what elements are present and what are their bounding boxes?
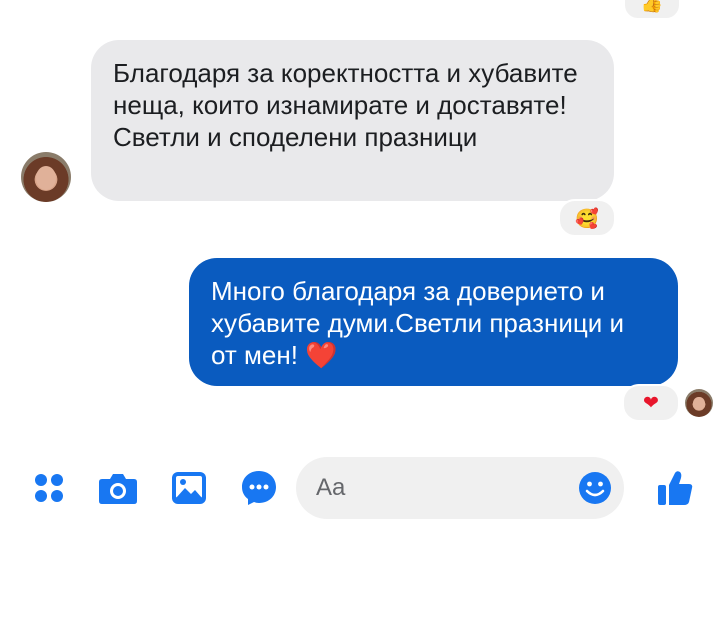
outgoing-message-text: Много благодаря за доверието и хубавите …	[211, 276, 625, 370]
emoji-icon[interactable]	[578, 471, 612, 505]
incoming-message-text: Благодаря за коректността и хубавите нещ…	[113, 58, 578, 152]
seen-avatar-face	[693, 396, 705, 411]
previous-message-reaction[interactable]: 👍	[623, 0, 681, 20]
message-input-container[interactable]	[296, 457, 624, 519]
incoming-message-reaction[interactable]: 🥰	[558, 199, 616, 237]
outgoing-message-reaction[interactable]: ❤	[622, 384, 680, 422]
apps-icon[interactable]	[27, 466, 71, 510]
avatar-face	[36, 166, 56, 190]
outgoing-message-bubble[interactable]: Много благодаря за доверието и хубавите …	[189, 258, 678, 386]
camera-icon[interactable]	[96, 466, 140, 510]
heart-reaction: ❤	[643, 392, 659, 414]
incoming-message-bubble[interactable]: Благодаря за коректността и хубавите нещ…	[91, 40, 614, 201]
seen-avatar	[685, 389, 713, 417]
chat-bubble-icon[interactable]	[237, 466, 281, 510]
smiling-hearts-reaction: 🥰	[575, 207, 599, 230]
thumbs-up-reaction: 👍	[640, 0, 664, 14]
contact-avatar[interactable]	[21, 152, 71, 202]
like-icon[interactable]	[653, 466, 697, 510]
message-input[interactable]	[314, 473, 568, 503]
gallery-icon[interactable]	[167, 466, 211, 510]
